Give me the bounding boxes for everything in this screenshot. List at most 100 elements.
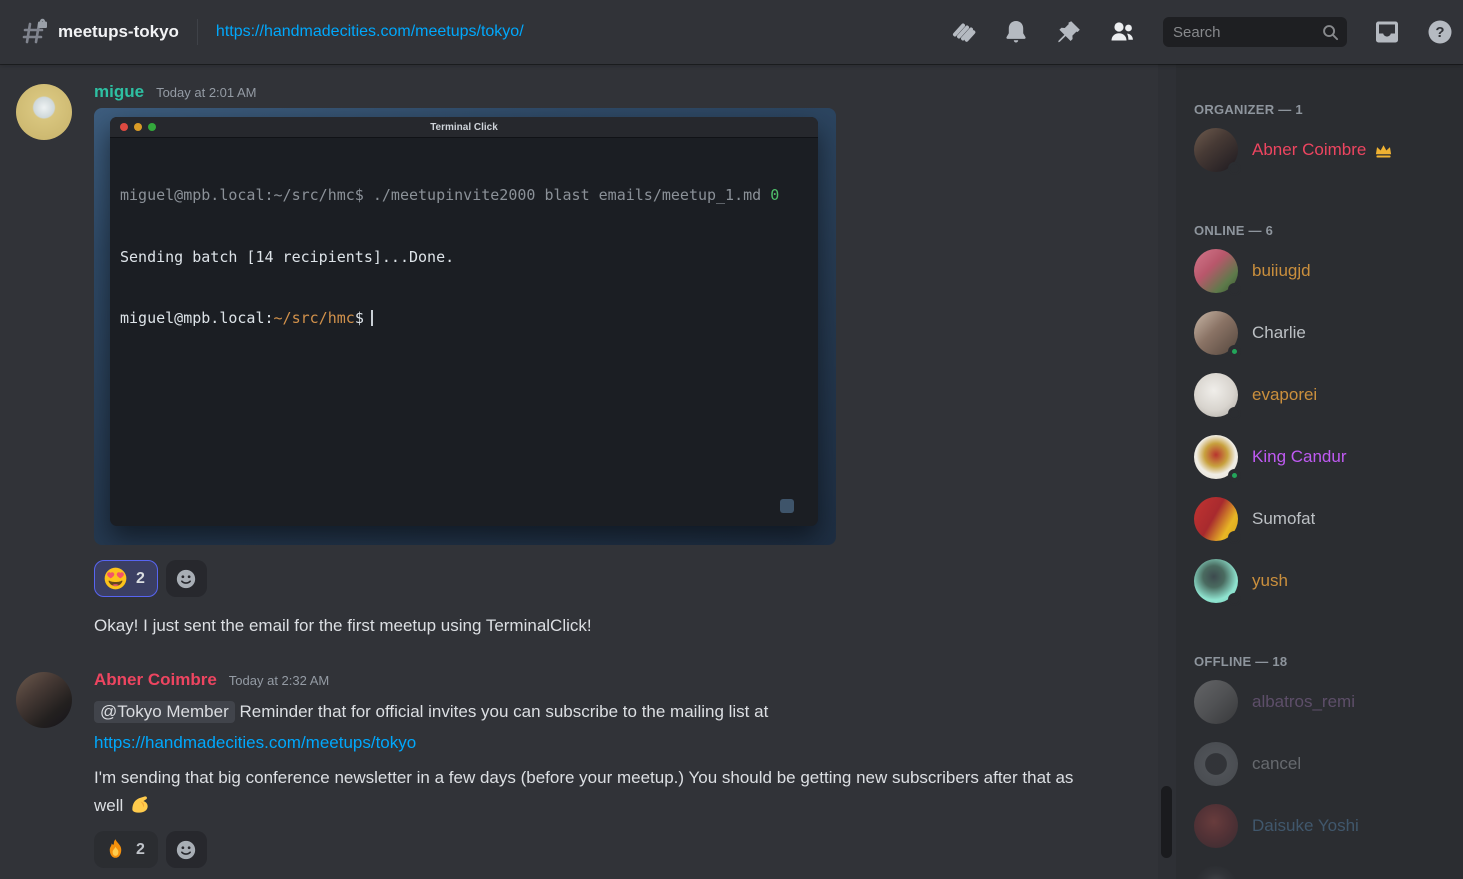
- terminal-output: miguel@mpb.local:~/src/hmc$ ./meetupinvi…: [110, 138, 818, 376]
- member-row-abner[interactable]: Abner Coimbre: [1194, 119, 1453, 181]
- pinned-messages-icon[interactable]: [1056, 19, 1082, 45]
- status-online-icon: [1228, 469, 1241, 482]
- fire-emoji-icon: [104, 838, 127, 861]
- member-list-icon[interactable]: [1109, 19, 1135, 45]
- attachment-terminal-screenshot[interactable]: Terminal Click miguel@mpb.local:~/src/hm…: [94, 108, 836, 545]
- message-text: @Tokyo Member Reminder that for official…: [94, 699, 1158, 725]
- search-icon: [1322, 24, 1339, 41]
- traffic-lights-icon: [120, 123, 156, 131]
- avatar-migue[interactable]: [16, 84, 72, 140]
- member-row-cancel[interactable]: cancel: [1194, 733, 1453, 795]
- discord-app: meetups-tokyo https://handmadecities.com…: [0, 0, 1463, 879]
- message-text-fragment: Reminder that for official invites you c…: [239, 702, 768, 721]
- message-timestamp: Today at 2:01 AM: [156, 85, 256, 100]
- status-online-icon: [1228, 345, 1241, 358]
- status-idle-icon: [1228, 531, 1241, 544]
- member-row-daisuke-yoshi[interactable]: Daisuke Yoshi: [1194, 795, 1453, 857]
- member-row-charlie[interactable]: Charlie: [1194, 302, 1453, 364]
- inbox-icon[interactable]: [1374, 19, 1400, 45]
- smiley-add-icon: [175, 568, 197, 590]
- reaction-fire[interactable]: 2: [94, 831, 158, 868]
- svg-text:?: ?: [1435, 24, 1444, 41]
- author-name[interactable]: Abner Coimbre: [94, 670, 217, 690]
- member-name: buiiugjd: [1252, 261, 1311, 281]
- terminal-corner-badge: [780, 499, 794, 513]
- terminal-line-1: miguel@mpb.local:~/src/hmc$ ./meetupinvi…: [120, 185, 808, 206]
- member-row-evaporei[interactable]: evaporei: [1194, 364, 1453, 426]
- chat-messages-area: migue Today at 2:01 AM Terminal Click: [0, 64, 1158, 879]
- message-group-abner: Abner Coimbre Today at 2:32 AM @Tokyo Me…: [16, 670, 1158, 868]
- member-avatar: [1194, 128, 1238, 172]
- member-avatar: [1194, 559, 1238, 603]
- member-row-king-candur[interactable]: King Candur: [1194, 426, 1453, 488]
- message-group-migue: migue Today at 2:01 AM Terminal Click: [16, 82, 1158, 638]
- member-avatar: [1194, 497, 1238, 541]
- member-avatar: [1194, 680, 1238, 724]
- reaction-count: 2: [136, 841, 145, 859]
- member-avatar: [1194, 804, 1238, 848]
- role-mention-chip[interactable]: @Tokyo Member: [94, 701, 235, 723]
- member-section-online: ONLINE — 6: [1194, 181, 1453, 240]
- add-reaction-button[interactable]: [166, 831, 207, 868]
- add-reaction-button[interactable]: [166, 560, 207, 597]
- author-name[interactable]: migue: [94, 82, 144, 102]
- member-avatar: [1194, 249, 1238, 293]
- member-name: Daisuke Yoshi: [1252, 816, 1359, 836]
- member-row-cutoff[interactable]: D: [1194, 857, 1453, 879]
- reaction-heart-eyes[interactable]: 2: [94, 560, 158, 597]
- member-row-yush[interactable]: yush: [1194, 550, 1453, 612]
- owner-crown-icon: [1374, 141, 1393, 160]
- terminal-line-2: Sending batch [14 recipients]...Done.: [120, 247, 808, 268]
- member-avatar: [1194, 435, 1238, 479]
- member-avatar: [1194, 373, 1238, 417]
- channel-name: meetups-tokyo: [58, 22, 179, 42]
- member-row-buiiugjd[interactable]: buiiugjd: [1194, 240, 1453, 302]
- terminal-titlebar: Terminal Click: [110, 117, 818, 138]
- terminal-cursor: [371, 310, 373, 326]
- message-link[interactable]: https://handmadecities.com/meetups/tokyo: [94, 733, 416, 752]
- member-avatar: [1194, 866, 1238, 879]
- message-text-fragment: I'm sending that big conference newslett…: [94, 768, 1073, 815]
- chat-scrollbar-track[interactable]: [1158, 64, 1176, 879]
- member-name: Charlie: [1252, 323, 1306, 343]
- terminal-title: Terminal Click: [430, 122, 498, 133]
- member-name: Abner Coimbre: [1252, 140, 1366, 160]
- member-name: evaporei: [1252, 385, 1317, 405]
- member-list: ORGANIZER — 1 Abner Coimbre ONLINE — 6 b…: [1176, 64, 1463, 879]
- terminal-window: Terminal Click miguel@mpb.local:~/src/hm…: [110, 117, 818, 526]
- member-name: Sumofat: [1252, 509, 1315, 529]
- member-name: cancel: [1252, 754, 1301, 774]
- help-icon[interactable]: ?: [1427, 19, 1453, 45]
- terminal-line-3: miguel@mpb.local:~/src/hmc$: [120, 308, 808, 329]
- reactions-row: 2: [94, 560, 1158, 597]
- header-divider: [197, 19, 198, 45]
- status-idle-icon: [1228, 407, 1241, 420]
- member-name: King Candur: [1252, 447, 1347, 467]
- flex-bicep-emoji-icon: [127, 792, 151, 816]
- search-bar[interactable]: [1163, 17, 1347, 47]
- member-name: yush: [1252, 571, 1288, 591]
- chat-scrollbar-thumb[interactable]: [1161, 786, 1172, 858]
- avatar-abner[interactable]: [16, 672, 72, 728]
- reaction-count: 2: [136, 570, 145, 588]
- reactions-row: 2: [94, 831, 1158, 868]
- notification-bell-icon[interactable]: [1003, 19, 1029, 45]
- channel-topic-link[interactable]: https://handmadecities.com/meetups/tokyo…: [216, 23, 524, 41]
- smiley-add-icon: [175, 839, 197, 861]
- message-timestamp: Today at 2:32 AM: [229, 673, 329, 688]
- search-input[interactable]: [1173, 24, 1322, 41]
- member-row-albatros-remi[interactable]: albatros_remi: [1194, 671, 1453, 733]
- status-idle-icon: [1228, 162, 1241, 175]
- channel-hash-lock-icon: [20, 18, 48, 46]
- member-section-offline: OFFLINE — 18: [1194, 612, 1453, 671]
- heart-eyes-emoji-icon: [104, 567, 127, 590]
- message-text: Okay! I just sent the email for the firs…: [94, 614, 1158, 638]
- channel-header: meetups-tokyo https://handmadecities.com…: [0, 0, 1463, 64]
- member-name: albatros_remi: [1252, 692, 1355, 712]
- member-row-sumofat[interactable]: Sumofat: [1194, 488, 1453, 550]
- member-avatar: [1194, 311, 1238, 355]
- threads-icon[interactable]: [950, 19, 976, 45]
- status-idle-icon: [1228, 283, 1241, 296]
- member-section-organizer: ORGANIZER — 1: [1194, 64, 1453, 119]
- member-avatar: [1194, 742, 1238, 786]
